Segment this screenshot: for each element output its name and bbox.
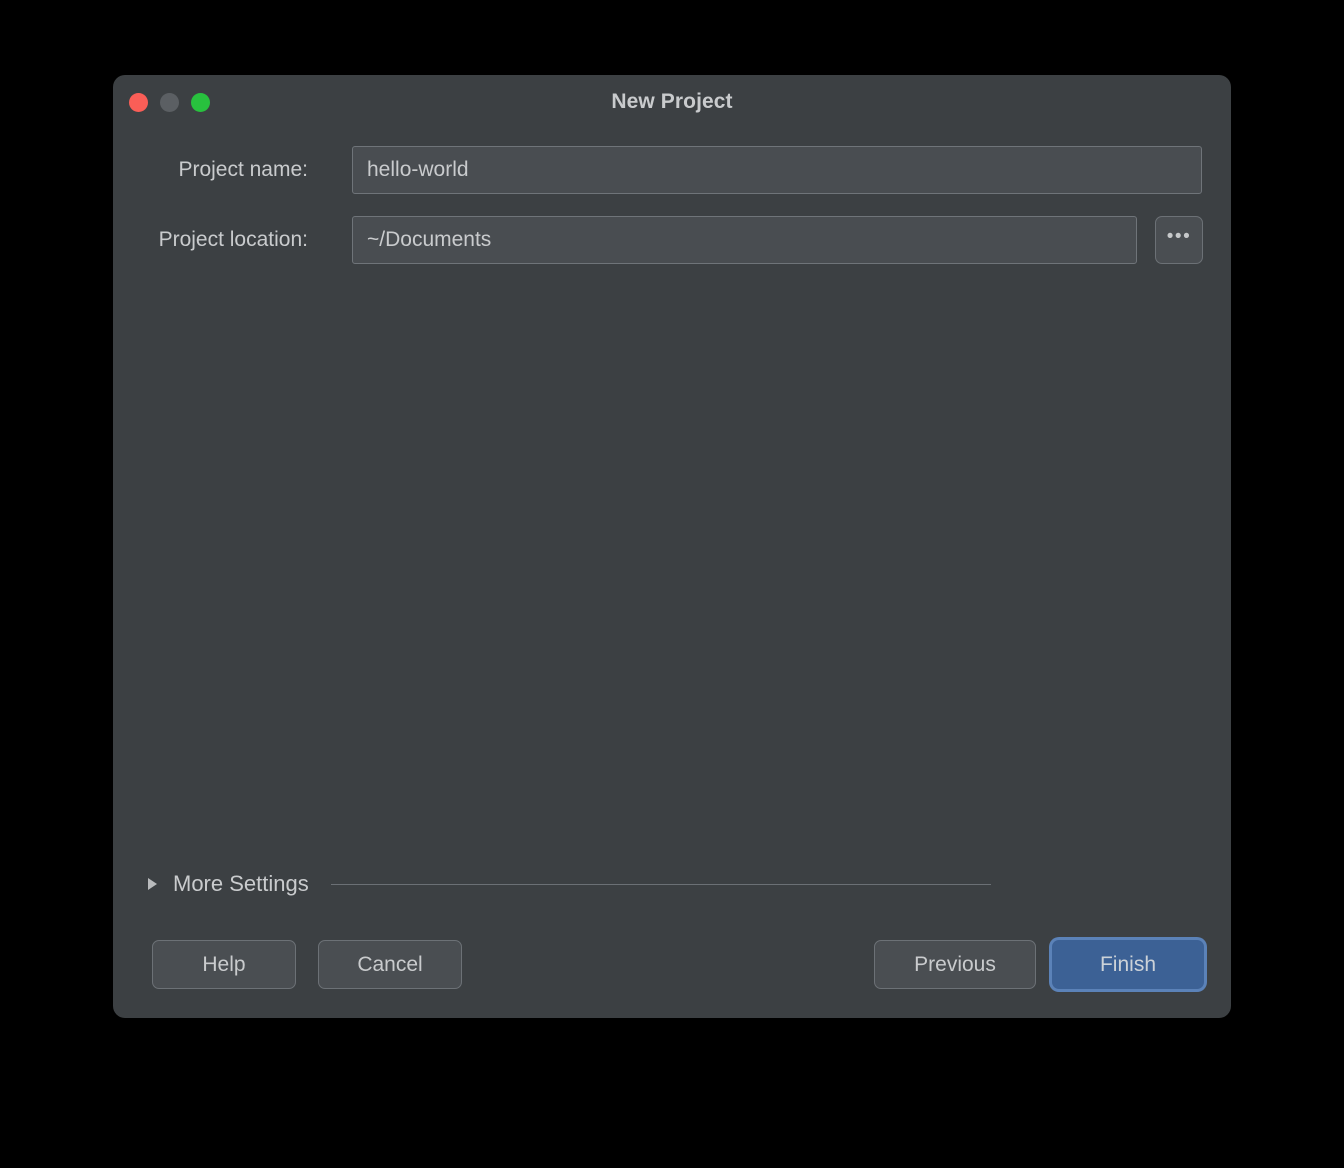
section-divider bbox=[330, 883, 991, 885]
dialog-footer: Help Cancel Previous Finish bbox=[113, 940, 1231, 990]
previous-button[interactable]: Previous bbox=[874, 940, 1036, 989]
project-location-label: Project location: bbox=[158, 228, 308, 251]
cancel-button[interactable]: Cancel bbox=[318, 940, 462, 989]
triangle-right-icon bbox=[148, 878, 157, 890]
new-project-dialog: New Project Project name: hello-world Pr… bbox=[113, 75, 1231, 1018]
project-name-input[interactable]: hello-world bbox=[352, 146, 1202, 194]
window-title: New Project bbox=[611, 90, 733, 113]
project-name-label: Project name: bbox=[178, 158, 308, 181]
finish-button[interactable]: Finish bbox=[1052, 940, 1204, 989]
ellipsis-icon: ••• bbox=[1166, 226, 1192, 247]
browse-folder-button[interactable]: ••• bbox=[1155, 216, 1203, 264]
title-bar: New Project bbox=[113, 75, 1231, 133]
more-settings-label: More Settings bbox=[173, 871, 309, 896]
help-button[interactable]: Help bbox=[152, 940, 296, 989]
more-settings-row: More Settings bbox=[113, 867, 1231, 901]
project-location-input[interactable]: ~/Documents bbox=[352, 216, 1137, 264]
project-name-row: Project name: hello-world bbox=[113, 146, 1231, 194]
project-location-row: Project location: ~/Documents ••• bbox=[113, 216, 1231, 264]
more-settings-toggle[interactable]: More Settings bbox=[148, 871, 309, 897]
